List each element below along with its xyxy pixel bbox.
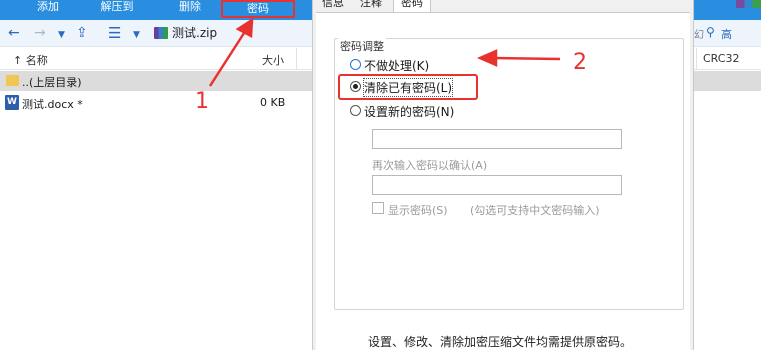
column-name-label: 名称 <box>25 54 48 67</box>
radio-label[interactable]: 设置新的密码(N) <box>364 103 454 120</box>
annotation-step-1: 1 <box>195 89 209 114</box>
radio-label[interactable]: 清除已有密码(L) <box>362 78 454 97</box>
archive-settings-dialog: 信息 注释 密码 密码调整 不做处理(K) 清除已有密码(L) 设置新的密码(N… <box>312 0 694 350</box>
group-title: 密码调整 <box>338 38 386 54</box>
radio-circle[interactable] <box>350 59 361 70</box>
column-size-header[interactable]: 大小 <box>262 52 284 68</box>
add-button[interactable]: 添加 <box>26 0 70 20</box>
show-password-checkbox[interactable] <box>372 202 384 214</box>
column-divider[interactable] <box>696 48 697 70</box>
list-item-parent-dir[interactable]: ..(上层目录) <box>0 71 312 91</box>
list-view-icon[interactable]: ☰ <box>108 24 121 42</box>
word-document-icon: W <box>5 95 19 110</box>
radio-circle[interactable] <box>350 105 361 116</box>
search-label[interactable]: 高 <box>721 26 732 42</box>
winrar-logo-icon <box>736 0 761 8</box>
archive-path[interactable]: 测试.zip <box>152 23 312 43</box>
search-icon[interactable]: ⚲ <box>706 25 715 39</box>
footer-note: 设置、修改、清除加密压缩文件均需提供原密码。 <box>368 335 633 349</box>
zip-archive-icon <box>154 27 168 39</box>
extract-to-button[interactable]: 解压到 <box>86 0 148 20</box>
radio-no-change[interactable]: 不做处理(K) <box>350 57 570 75</box>
file-size: 0 KB <box>260 96 286 109</box>
chevron-down-icon[interactable]: ▼ <box>133 26 140 44</box>
radio-label[interactable]: 不做处理(K) <box>364 57 429 74</box>
list-item-file[interactable]: W 测试.docx * 0 KB <box>0 93 312 113</box>
file-name: ..(上层目录) <box>22 76 82 89</box>
folder-icon <box>6 75 19 86</box>
password-tab-panel: 密码调整 不做处理(K) 清除已有密码(L) 设置新的密码(N) 再次输入密码以… <box>316 12 690 350</box>
show-password-label[interactable]: 显示密码(S) <box>388 202 448 218</box>
radio-set-new-password[interactable]: 设置新的密码(N) <box>350 103 570 121</box>
radio-circle[interactable] <box>350 81 361 92</box>
new-password-field[interactable] <box>372 129 622 149</box>
show-password-note: (勾选可支持中文密码输入) <box>470 204 600 217</box>
file-name: 测试.docx * <box>22 98 83 111</box>
annotation-step-2: 2 <box>573 50 587 75</box>
radio-clear-password[interactable]: 清除已有密码(L) <box>350 78 570 97</box>
forward-arrow-icon[interactable]: → <box>34 24 46 42</box>
address-bar: ← → ▼ ⇪ ☰ ▼ 测试.zip <box>0 20 312 47</box>
column-name-header[interactable]: ↑ 名称 <box>13 52 48 68</box>
archive-name: 测试.zip <box>172 26 218 40</box>
password-button[interactable]: 密码 <box>221 0 295 18</box>
tab-comment[interactable]: 注释 <box>353 0 389 12</box>
chevron-down-icon[interactable]: ▼ <box>58 26 65 44</box>
up-folder-icon[interactable]: ⇪ <box>76 24 88 42</box>
right-snippet-text: 幻 <box>694 30 704 41</box>
confirm-password-field[interactable] <box>372 175 622 195</box>
crc32-column-header[interactable]: CRC32 <box>703 52 739 65</box>
column-divider[interactable] <box>296 48 297 70</box>
tab-info[interactable]: 信息 <box>315 0 351 12</box>
delete-button[interactable]: 删除 <box>168 0 212 20</box>
back-arrow-icon[interactable]: ← <box>8 24 20 42</box>
file-list-header: ↑ 名称 大小 <box>0 48 312 70</box>
list-item-parent-dir-tail[interactable] <box>694 71 761 91</box>
confirm-password-label: 再次输入密码以确认(A) <box>372 159 488 172</box>
